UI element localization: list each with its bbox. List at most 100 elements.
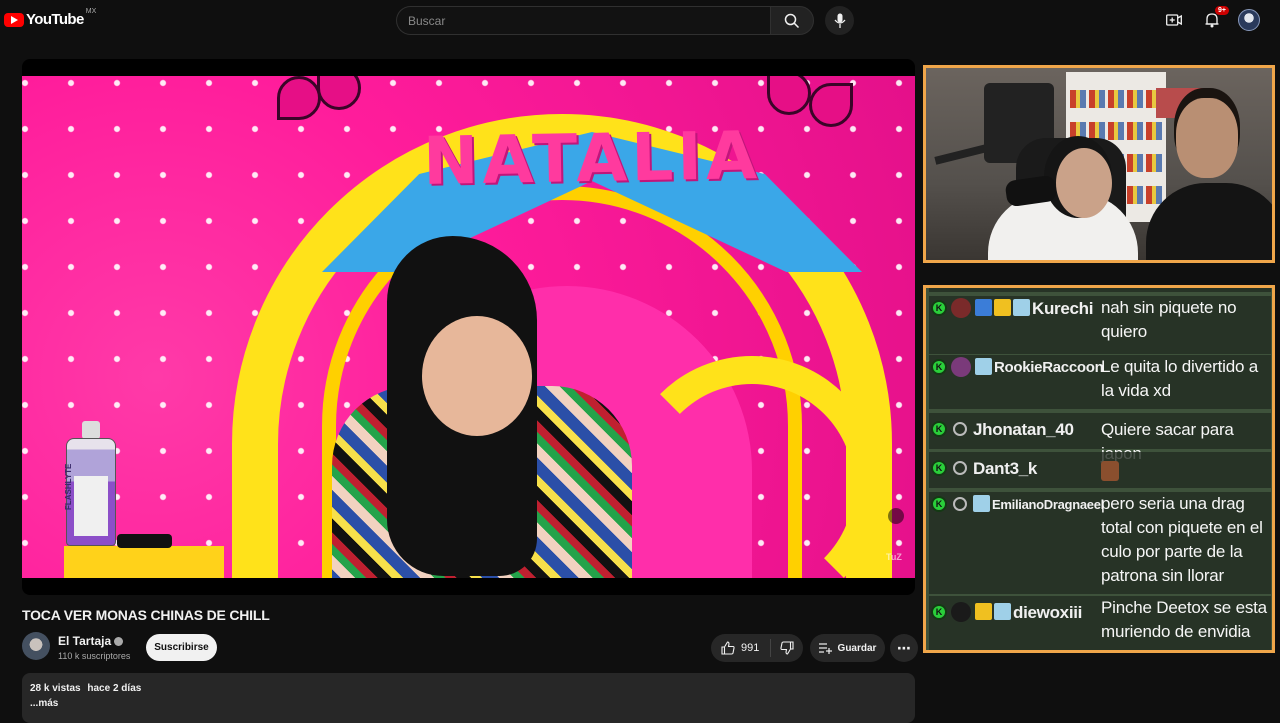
kick-icon: K — [931, 421, 947, 437]
chat-message-author: K EmilianoDragnaeel — [929, 492, 1104, 594]
fox-badge-icon — [973, 495, 990, 512]
webcam-overlay — [923, 65, 1275, 263]
top-right-actions: 9+ — [1162, 6, 1260, 32]
video-player[interactable]: NATALIA FLASHLYTE TuZ — [22, 59, 915, 595]
lock-icon — [888, 508, 904, 524]
chat-username: Kurechi — [1032, 299, 1094, 318]
logo-wordmark: YouTube — [26, 11, 84, 28]
chat-message: K Kurechi nah sin piquete no quiero — [929, 296, 1271, 354]
create-button[interactable] — [1162, 8, 1186, 32]
chat-overlay: K Kurechi nah sin piquete no quiero K Ro… — [923, 285, 1275, 653]
like-button[interactable]: 991 — [711, 639, 771, 657]
chat-username: EmilianoDragnaeel — [992, 497, 1104, 512]
youtube-logo[interactable]: YouTube MX — [4, 8, 97, 28]
video-meta: 28 k vistas hace 2 días — [30, 683, 907, 694]
chat-message-partial — [929, 288, 1271, 292]
user-avatar — [951, 357, 971, 377]
subscriber-count: 110 k suscriptores — [58, 651, 131, 661]
host-figure — [332, 236, 652, 578]
chat-message: K Dant3_k — [929, 452, 1271, 488]
chat-message-author: K Jhonatan_40 — [929, 413, 1099, 449]
channel-name-container[interactable]: El Tartaja — [58, 634, 124, 648]
video-title: TOCA VER MONAS CHINAS DE CHILL — [22, 607, 270, 623]
fox-badge-icon — [1013, 299, 1030, 316]
chat-message-author: K Kurechi — [929, 296, 1099, 354]
face — [422, 316, 532, 436]
kick-icon: K — [931, 604, 947, 620]
description-box[interactable]: 28 k vistas hace 2 días ...más — [22, 673, 915, 723]
bottle-label-text: FLASHLYTE — [64, 463, 73, 510]
show-more-link[interactable]: ...más — [30, 698, 907, 709]
emote-icon — [1101, 460, 1119, 481]
chat-username: RookieRaccoon — [994, 359, 1104, 376]
chat-username: Dant3_k — [973, 459, 1038, 478]
crown-badge-icon — [975, 603, 992, 620]
like-count: 991 — [741, 642, 760, 654]
kick-icon: K — [931, 300, 947, 316]
chat-text — [1099, 452, 1271, 488]
verified-icon — [114, 637, 124, 647]
chat-message: K Jhonatan_40 Quiere sacar para japon — [929, 413, 1271, 463]
mic-icon — [834, 13, 845, 28]
fox-badge-icon — [975, 358, 992, 375]
chat-message: K RookieRaccoon Le quita lo divertido a … — [929, 355, 1271, 409]
search-button[interactable] — [770, 6, 814, 35]
upload-age: hace 2 días — [87, 683, 142, 694]
default-avatar-icon — [953, 422, 967, 436]
top-bar: YouTube MX Buscar 9+ — [0, 0, 1280, 40]
streamer-left-head — [1056, 148, 1112, 218]
chat-message: K EmilianoDragnaeel pero seria una drag … — [929, 492, 1271, 594]
flower-decoration — [277, 76, 367, 136]
kick-icon: K — [931, 460, 947, 476]
side-table — [64, 546, 224, 578]
youtube-play-icon — [4, 12, 24, 27]
voice-search-button[interactable] — [825, 6, 854, 35]
kick-icon: K — [931, 359, 947, 375]
like-dislike-group: 991 — [711, 634, 803, 662]
bottle-cap — [82, 421, 100, 439]
chat-message: K diewoxiii Pinche Deetox se esta murien… — [929, 596, 1271, 650]
country-code: MX — [85, 8, 97, 15]
chat-text: nah sin piquete no quiero — [1101, 298, 1237, 341]
default-avatar-icon — [953, 461, 967, 475]
video-frame: NATALIA FLASHLYTE TuZ — [22, 76, 915, 578]
arrow-badge-icon — [975, 299, 992, 316]
view-count: 28 k vistas — [30, 683, 81, 694]
more-icon: ⋯ — [897, 639, 911, 656]
user-avatar — [951, 602, 971, 622]
chat-username: Jhonatan_40 — [973, 420, 1074, 439]
create-icon — [1166, 14, 1182, 26]
search-icon — [784, 13, 800, 28]
dislike-button[interactable] — [771, 641, 803, 655]
chat-text: Quiere sacar para japon — [1101, 420, 1234, 463]
user-avatar — [951, 298, 971, 318]
chat-username: diewoxiii — [1013, 603, 1083, 622]
chat-message-author: K diewoxiii — [929, 596, 1099, 650]
crown-badge-icon — [994, 299, 1011, 316]
notifications-button[interactable]: 9+ — [1200, 6, 1229, 32]
channel-watermark: TuZ — [886, 552, 902, 562]
streamer-right-head — [1176, 98, 1238, 178]
flower-decoration — [767, 76, 857, 141]
chat-message-author: K Dant3_k — [929, 452, 1099, 488]
channel-avatar[interactable] — [22, 632, 50, 660]
notification-count-badge: 9+ — [1215, 6, 1229, 15]
channel-name[interactable]: El Tartaja — [58, 634, 111, 648]
search-input[interactable]: Buscar — [396, 6, 770, 35]
chat-text: Le quita lo divertido a la vida xd — [1101, 357, 1259, 400]
save-button[interactable]: Guardar — [810, 634, 885, 662]
chat-text: pero seria una drag total con piquete en… — [1101, 494, 1263, 585]
thumbs-down-icon — [780, 641, 794, 655]
thumbs-up-icon — [721, 641, 735, 655]
remote-control — [117, 534, 172, 548]
save-label: Guardar — [837, 642, 877, 654]
kick-icon: K — [931, 496, 947, 512]
subscribe-button[interactable]: Suscribirse — [146, 634, 217, 661]
search-bar: Buscar — [396, 6, 814, 35]
more-actions-button[interactable]: ⋯ — [890, 634, 918, 662]
banner-text: NATALIA — [422, 117, 762, 200]
fox-badge-icon — [994, 603, 1011, 620]
default-avatar-icon — [953, 497, 967, 511]
account-avatar[interactable] — [1238, 9, 1260, 31]
playlist-add-icon — [818, 643, 832, 654]
